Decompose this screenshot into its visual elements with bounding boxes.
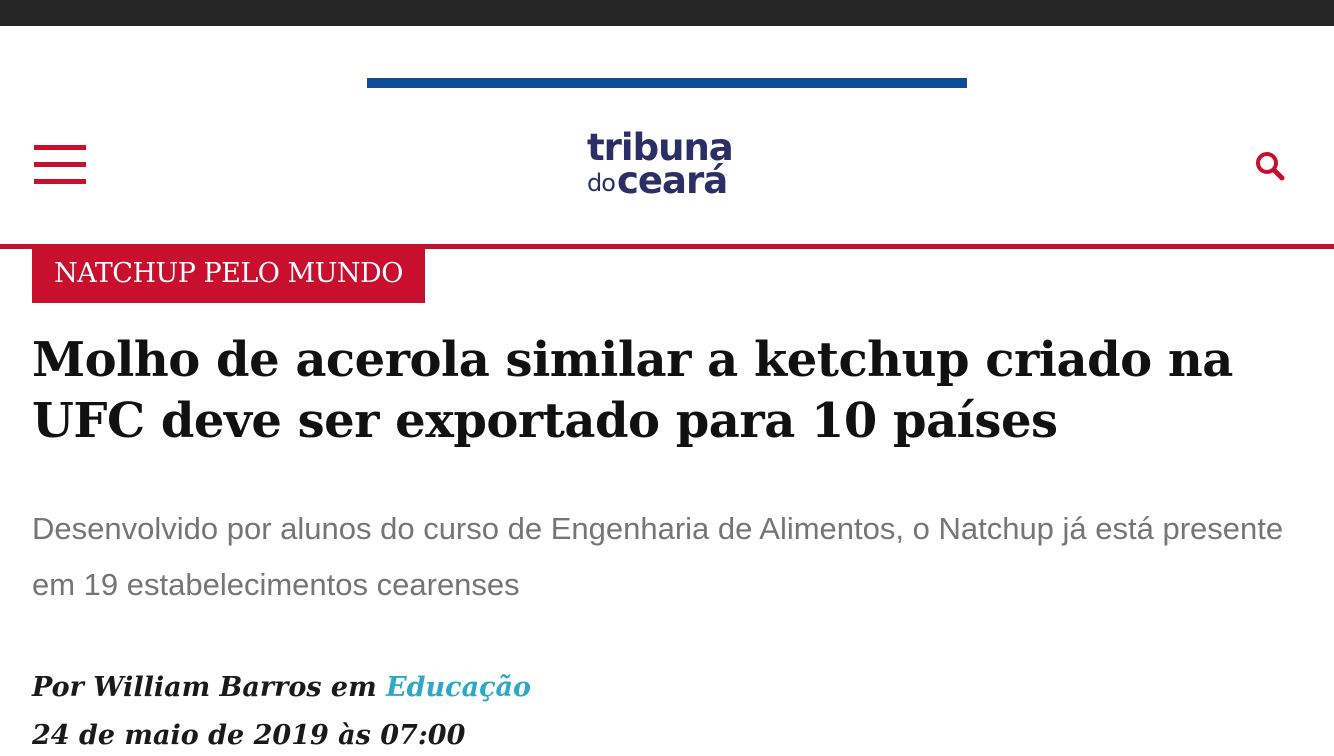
article-date: 24 de maio de 2019 às 07:00 xyxy=(32,720,466,751)
logo-line-do: do xyxy=(587,169,616,197)
menu-button[interactable] xyxy=(34,145,86,187)
article-byline: Por William Barros em Educação xyxy=(32,668,1302,708)
menu-bar-middle xyxy=(34,162,86,167)
menu-bar-top xyxy=(34,145,86,150)
logo-line-ceara: ceará xyxy=(617,159,728,202)
menu-bar-bottom xyxy=(34,179,86,184)
site-logo[interactable]: tribuna do ceará xyxy=(585,128,755,208)
article-subtitle: Desenvolvido por alunos do curso de Enge… xyxy=(32,511,1284,602)
search-button[interactable] xyxy=(1252,148,1288,184)
top-status-strip xyxy=(0,0,1334,26)
category-tag[interactable]: NATCHUP PELO MUNDO xyxy=(32,244,425,303)
article-headline: Molho de acerola similar a ketchup criad… xyxy=(32,332,1233,449)
section-link[interactable]: Educação xyxy=(386,672,531,703)
byline-author: Por William Barros em xyxy=(32,672,387,703)
ad-banner-strip[interactable] xyxy=(367,78,967,88)
search-icon xyxy=(1256,152,1285,181)
